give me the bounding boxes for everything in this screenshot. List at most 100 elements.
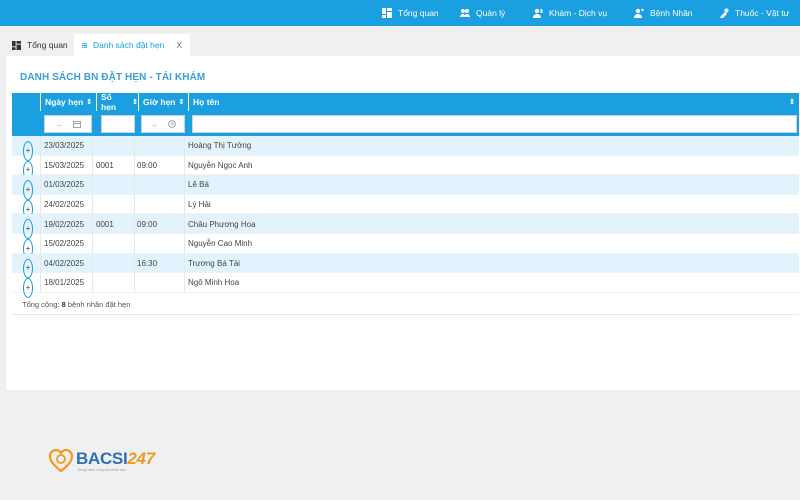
cell-date: 23/03/2025 <box>44 141 85 151</box>
column-divider <box>184 214 185 234</box>
cell-name: Nguyễn Ngọc Anh <box>188 160 253 170</box>
nav-item-label: Thuốc - Vật tư <box>735 8 790 18</box>
number-filter-input[interactable] <box>101 115 135 133</box>
sort-icon[interactable]: ⇕ <box>86 99 92 106</box>
cell-time: 09:00 <box>137 219 158 229</box>
cell-name: Lê Bá <box>188 180 209 190</box>
cell-time: 16:30 <box>137 258 158 268</box>
top-navbar: Tổng quan Quản lý Khám - Dịch vụ Bệnh Nh… <box>0 0 800 26</box>
cell-date: 24/02/2025 <box>44 200 85 210</box>
nav-item-label: Quản lý <box>476 8 506 18</box>
column-divider <box>92 194 93 215</box>
date-filter-input[interactable]: → <box>44 115 92 133</box>
column-divider <box>92 155 93 176</box>
nav-item-medicine[interactable]: Thuốc - Vật tư <box>719 0 789 26</box>
column-divider <box>184 233 185 254</box>
column-divider <box>40 136 41 156</box>
tab-overview[interactable]: Tổng quan <box>4 34 76 56</box>
table-header: Ngày hẹn ⇕ Số hẹn ⇕ Giờ hẹn ⇕ Họ tên ⇕ <box>12 92 799 112</box>
cell-date: 15/03/2025 <box>44 160 85 170</box>
patient-icon <box>634 8 644 18</box>
column-divider <box>134 175 135 195</box>
users-icon <box>460 8 470 18</box>
table-row[interactable]: +04/02/2025 16:30 Trương Bá Tài <box>12 253 799 279</box>
close-icon[interactable]: X <box>176 40 182 50</box>
cell-name: Trương Bá Tài <box>188 258 240 268</box>
list-icon <box>82 42 87 48</box>
column-divider <box>40 233 41 254</box>
nav-item-patients[interactable]: Bệnh Nhân <box>634 0 693 26</box>
nav-item-label: Bệnh Nhân <box>650 8 693 18</box>
column-divider <box>40 194 41 215</box>
table-row[interactable]: +19/02/2025 0001 09:00 Châu Phương Hoa <box>12 214 799 239</box>
column-divider <box>92 253 93 274</box>
table-row[interactable]: +15/02/2025 Nguyễn Cao Minh <box>12 233 799 259</box>
column-divider <box>134 253 135 274</box>
column-divider <box>40 253 41 274</box>
cell-date: 04/02/2025 <box>44 258 85 268</box>
column-divider <box>134 273 135 293</box>
column-divider <box>40 155 41 176</box>
cell-date: 01/03/2025 <box>44 180 85 190</box>
medicine-icon <box>719 8 729 18</box>
dashboard-icon <box>382 8 392 18</box>
column-divider <box>134 155 135 176</box>
column-divider <box>134 233 135 254</box>
cell-name: Ngô Minh Hoa <box>188 278 240 288</box>
expand-row-icon[interactable]: + <box>23 278 33 298</box>
logo-tagline: Đồng hành cùng sức khỏe bạn <box>78 468 126 472</box>
time-filter-input[interactable]: → <box>141 115 185 133</box>
column-divider <box>134 194 135 215</box>
nav-item-exam-service[interactable]: Khám - Dịch vụ <box>533 0 607 26</box>
nav-item-label: Khám - Dịch vụ <box>549 8 608 18</box>
table-row[interactable]: +23/03/2025 Hoàng Thị Tường <box>12 136 799 161</box>
column-header-name[interactable]: Họ tên ⇕ <box>188 93 799 111</box>
calendar-icon <box>73 121 81 128</box>
column-divider <box>92 233 93 254</box>
table-row[interactable]: +15/03/2025 0001 09:00 Nguyễn Ngọc Anh <box>12 155 799 181</box>
table-row[interactable]: +24/02/2025 Lý Hải <box>12 194 799 220</box>
column-divider <box>184 273 185 293</box>
appointment-panel: DANH SÁCH BN ĐẶT HẸN - TÁI KHÁM Ngày hẹn… <box>6 56 800 390</box>
sort-icon[interactable]: ⇕ <box>179 99 185 106</box>
cell-date: 15/02/2025 <box>44 239 85 249</box>
column-divider <box>40 214 41 234</box>
name-filter-input[interactable] <box>192 115 797 133</box>
dashboard-icon <box>12 40 21 50</box>
column-header-number[interactable]: Số hẹn ⇕ <box>96 92 138 112</box>
nav-item-management[interactable]: Quản lý <box>460 0 505 26</box>
cell-number: 0001 <box>96 160 114 170</box>
nav-item-overview[interactable]: Tổng quan <box>382 0 439 26</box>
cell-date: 18/01/2025 <box>44 278 85 288</box>
table-body: +23/03/2025 Hoàng Thị Tường +15/03/2025 000… <box>12 136 799 298</box>
divider <box>12 314 799 315</box>
column-divider <box>134 136 135 156</box>
cell-name: Hoàng Thị Tường <box>188 141 252 151</box>
column-divider <box>184 194 185 215</box>
column-header-date[interactable]: Ngày hẹn ⇕ <box>40 93 96 111</box>
table-row[interactable]: +18/01/2025 Ngô Minh Hoa <box>12 273 799 298</box>
tab-label: Tổng quan <box>27 40 68 50</box>
column-divider <box>40 175 41 195</box>
logo-text: BACSI247 <box>76 449 155 468</box>
column-divider <box>92 273 93 293</box>
table-row[interactable]: +01/03/2025 Lê Bá <box>12 175 799 200</box>
total-count: Tổng cộng: 8 bệnh nhân đặt hẹn <box>22 300 131 309</box>
sort-icon[interactable]: ⇕ <box>789 99 795 106</box>
tab-strip: Tổng quan Danh sách đặt hẹn X <box>0 26 800 56</box>
cell-name: Lý Hải <box>188 200 211 210</box>
column-divider <box>184 175 185 195</box>
brand-logo: BACSI247 Đồng hành cùng sức khỏe bạn <box>48 448 155 474</box>
nav-item-label: Tổng quan <box>398 8 439 18</box>
column-header-time[interactable]: Giờ hẹn ⇕ <box>138 93 188 111</box>
appointment-table: Ngày hẹn ⇕ Số hẹn ⇕ Giờ hẹn ⇕ Họ tên ⇕ → → <box>12 92 799 298</box>
tab-label: Danh sách đặt hẹn <box>92 40 165 50</box>
column-divider <box>184 253 185 274</box>
column-divider <box>92 175 93 195</box>
tab-appointment-list[interactable]: Danh sách đặt hẹn X <box>74 34 190 56</box>
column-divider <box>184 155 185 176</box>
heart-logo-icon <box>48 448 74 473</box>
column-divider <box>92 136 93 156</box>
column-divider <box>134 214 135 234</box>
column-divider <box>40 273 41 293</box>
